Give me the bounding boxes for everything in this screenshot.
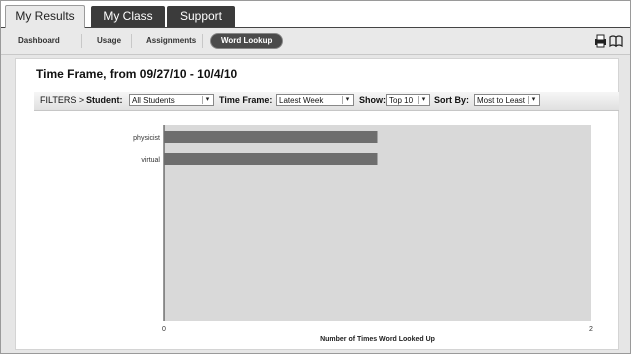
bar-physicist bbox=[164, 131, 378, 143]
tab-my-results[interactable]: My Results bbox=[5, 5, 85, 28]
book-icon[interactable] bbox=[609, 35, 623, 48]
printer-icon[interactable] bbox=[595, 34, 606, 48]
subnav-assignments[interactable]: Assignments bbox=[146, 34, 196, 48]
word-lookup-chart: physicist virtual 0 2 Number of Times Word… bbox=[133, 125, 593, 343]
subnav-divider bbox=[81, 34, 82, 48]
category-label-physicist: physicist bbox=[133, 135, 160, 142]
x-tick-label: 2 bbox=[589, 326, 593, 333]
app-window: My Results My Class Support Dashboard Us… bbox=[0, 0, 631, 354]
results-panel: Time Frame, from 09/27/10 - 10/4/10 FILT… bbox=[15, 58, 619, 350]
subnav-divider bbox=[202, 34, 203, 48]
x-tick-label: 0 bbox=[162, 326, 166, 333]
bar-virtual bbox=[164, 153, 378, 165]
subnav-divider bbox=[131, 34, 132, 48]
category-label-virtual: virtual bbox=[141, 157, 160, 164]
subnav-word-lookup[interactable]: Word Lookup bbox=[211, 34, 283, 48]
sub-navigation: Dashboard Usage Assignments Word Lookup bbox=[1, 28, 630, 55]
toolbar-icons bbox=[594, 34, 624, 51]
tab-my-class[interactable]: My Class bbox=[91, 6, 165, 27]
subnav-dashboard[interactable]: Dashboard bbox=[18, 34, 60, 48]
x-axis-label: Number of Times Word Looked Up bbox=[320, 336, 435, 343]
tab-bar: My Results My Class Support bbox=[1, 1, 630, 28]
subnav-usage[interactable]: Usage bbox=[97, 34, 121, 48]
tab-support[interactable]: Support bbox=[167, 6, 235, 27]
